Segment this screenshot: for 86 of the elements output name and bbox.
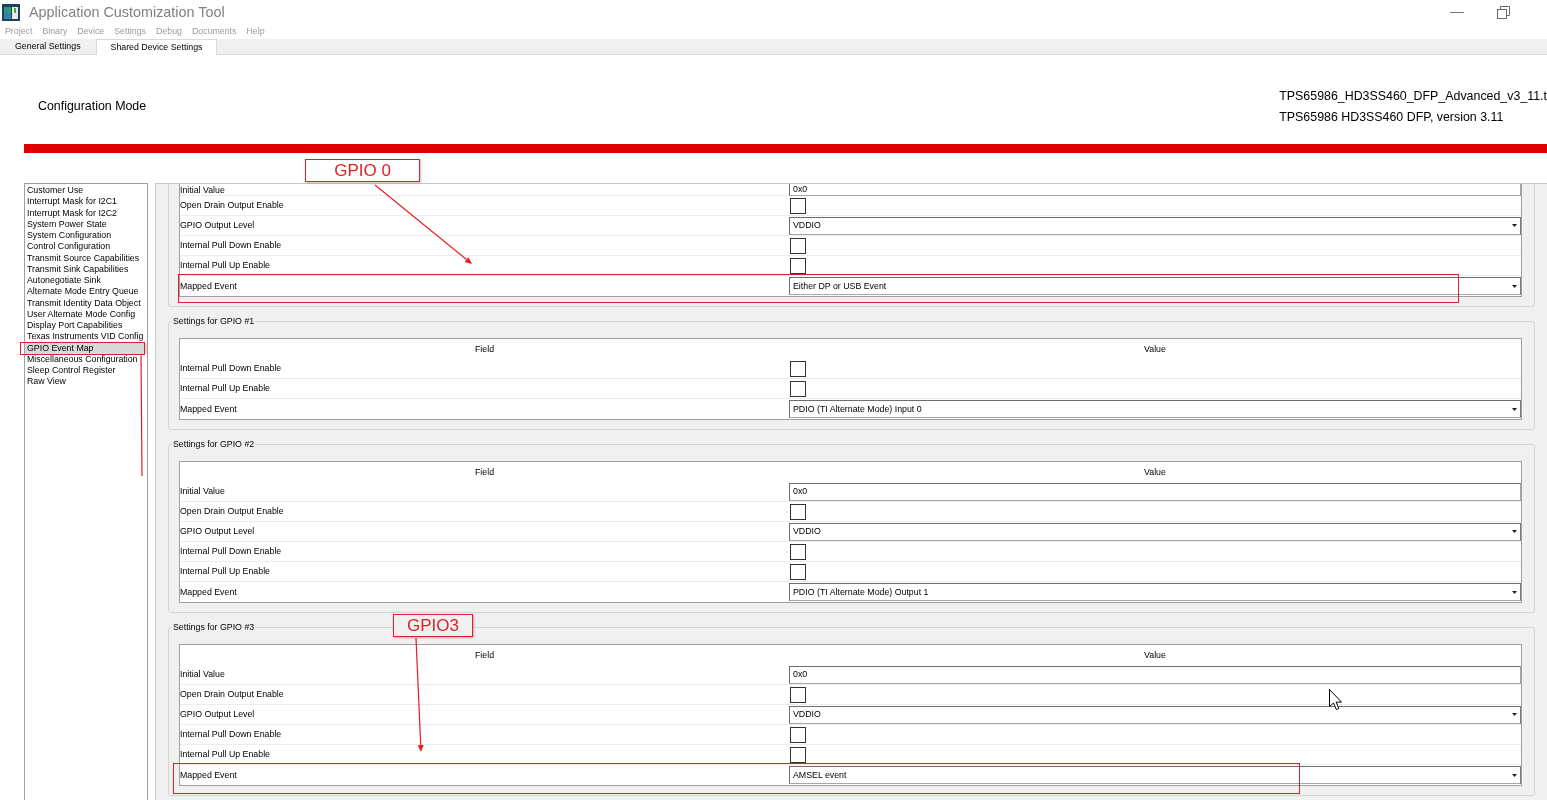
sidebar-item[interactable]: Autonegotiate Sink <box>25 275 147 287</box>
restore-icon <box>1496 5 1510 19</box>
sidebar-item[interactable]: Sleep Control Register <box>25 365 147 377</box>
column-header: Value <box>1144 466 1166 478</box>
dropdown[interactable]: AMSEL event <box>789 766 1521 784</box>
group-title: Settings for GPIO #1 <box>172 316 256 327</box>
field-label: Mapped Event <box>180 403 237 415</box>
dropdown[interactable]: Either DP or USB Event <box>789 277 1521 295</box>
field-label: Internal Pull Up Enable <box>180 749 270 760</box>
field-label: Internal Pull Down Enable <box>180 546 282 557</box>
minimize-icon <box>1450 11 1464 13</box>
caret-icon <box>1512 224 1517 227</box>
version-text: TPS65986 HD3SS460 DFP, version 3.11 <box>1279 109 1505 125</box>
text-field[interactable]: 0x0 <box>789 184 1521 196</box>
field-label: Internal Pull Up Enable <box>180 383 270 394</box>
dropdown[interactable]: VDDIO <box>789 705 1521 724</box>
mode-title: Configuration Mode <box>38 99 147 114</box>
dropdown[interactable]: PDIO (TI Alternate Mode) Output 1 <box>789 583 1521 601</box>
window-title: Application Customization Tool <box>29 3 225 21</box>
caret-icon <box>1512 284 1517 288</box>
dropdown[interactable]: VDDIO <box>789 216 1521 235</box>
checkbox[interactable] <box>790 726 806 743</box>
sidebar-item[interactable]: Customer Use <box>25 185 147 197</box>
column-header: Field <box>474 649 495 661</box>
sidebar-item[interactable]: Interrupt Mask for I2C1 <box>25 196 147 208</box>
field-label: Open Drain Output Enable <box>180 506 284 517</box>
field-label: GPIO Output Level <box>180 526 255 537</box>
group-title: Settings for GPIO #3 <box>172 622 256 633</box>
field-label: Mapped Event <box>180 280 237 292</box>
caret-icon <box>1512 407 1517 411</box>
field-label: GPIO Output Level <box>180 709 255 720</box>
checkbox[interactable] <box>790 257 806 274</box>
sidebar-item[interactable]: Alternate Mode Entry Queue <box>25 286 147 298</box>
group-title: Settings for GPIO #2 <box>172 439 256 450</box>
field-label: Mapped Event <box>180 586 237 598</box>
sidebar-item[interactable]: User Alternate Mode Config <box>25 308 147 320</box>
field-label: Internal Pull Up Enable <box>180 566 270 577</box>
checkbox[interactable] <box>790 543 806 560</box>
mouse-pointer-icon <box>1329 689 1342 710</box>
text-field[interactable]: 0x0 <box>789 482 1521 501</box>
caret-icon <box>1512 773 1517 777</box>
field-label: Initial Value <box>180 669 225 680</box>
checkbox[interactable] <box>790 237 806 254</box>
field-label: Open Drain Output Enable <box>180 689 284 700</box>
field-label: Internal Pull Down Enable <box>180 240 282 251</box>
dropdown[interactable]: VDDIO <box>789 522 1521 541</box>
field-label: Initial Value <box>180 486 225 497</box>
checkbox[interactable] <box>790 686 806 703</box>
app-icon <box>2 3 20 21</box>
sidebar-item[interactable]: Transmit Sink Capabilities <box>25 263 147 275</box>
checkbox[interactable] <box>790 380 806 397</box>
sidebar-item[interactable]: Texas Instruments VID Config <box>25 331 147 343</box>
checkbox[interactable] <box>790 563 806 580</box>
checkbox[interactable] <box>790 197 806 214</box>
field-label: Internal Pull Down Enable <box>180 729 282 740</box>
dropdown[interactable]: PDIO (TI Alternate Mode) Input 0 <box>789 400 1521 418</box>
callout-label: GPIO 0 <box>305 159 420 182</box>
tab[interactable]: Shared Device Settings <box>95 39 218 55</box>
text-field[interactable]: 0x0 <box>789 665 1521 684</box>
field-label: Internal Pull Up Enable <box>180 260 270 271</box>
field-label: Initial Value <box>180 184 225 196</box>
file-name: TPS65986_HD3SS460_DFP_Advanced_v3_11.t <box>1279 88 1547 104</box>
sidebar-item[interactable]: Raw View <box>25 376 147 388</box>
checkbox[interactable] <box>790 503 806 520</box>
column-header: Field <box>474 343 495 355</box>
sidebar-item[interactable]: Miscellaneous Configuration <box>25 353 147 365</box>
sidebar-item[interactable]: Transmit Source Capabilities <box>25 252 147 264</box>
field-label: Mapped Event <box>180 769 237 781</box>
caret-icon <box>1512 590 1517 594</box>
caret-icon <box>1512 713 1517 716</box>
column-header: Value <box>1144 343 1166 355</box>
sidebar-item[interactable]: Display Port Capabilities <box>25 320 147 332</box>
callout-label: GPIO3 <box>393 614 473 637</box>
checkbox[interactable] <box>790 746 806 763</box>
sidebar-item[interactable]: System Configuration <box>25 230 147 242</box>
column-header: Field <box>474 466 495 478</box>
sidebar-item[interactable]: System Power State <box>25 218 147 230</box>
column-header: Value <box>1144 649 1166 661</box>
sidebar-item[interactable]: Transmit Identity Data Object <box>25 297 147 309</box>
checkbox[interactable] <box>790 360 806 377</box>
sidebar-item[interactable]: Control Configuration <box>25 241 147 253</box>
field-label: GPIO Output Level <box>180 220 255 231</box>
field-label: Internal Pull Down Enable <box>180 363 282 374</box>
caret-icon <box>1512 530 1517 533</box>
field-label: Open Drain Output Enable <box>180 200 284 211</box>
sidebar-item[interactable]: Interrupt Mask for I2C2 <box>25 207 147 219</box>
